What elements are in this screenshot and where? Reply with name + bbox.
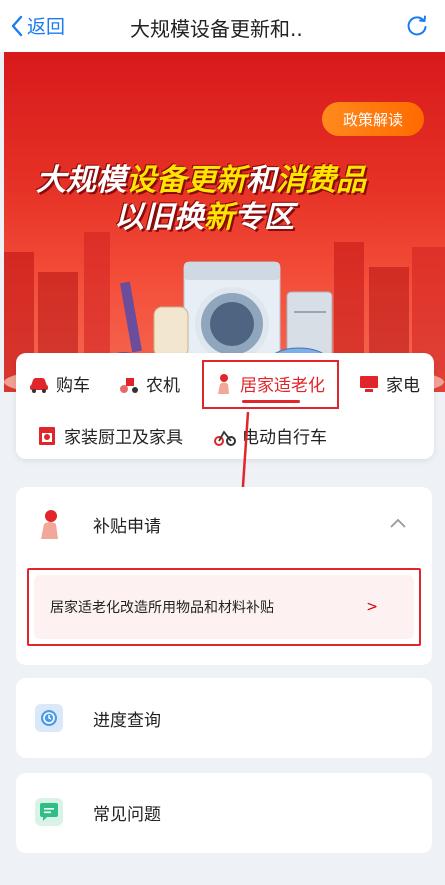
policy-interpretation-button[interactable]: 政策解读: [322, 102, 424, 136]
page-title: 大规模设备更新和..: [130, 17, 303, 41]
highlight-box-category: [202, 360, 339, 409]
category-car[interactable]: 购车: [28, 371, 90, 396]
car-icon: [30, 377, 48, 393]
chevron-up-icon[interactable]: [388, 516, 408, 530]
category-label: 农机: [146, 376, 180, 396]
tractor-icon: [120, 377, 138, 393]
clock-icon: [35, 704, 63, 732]
category-label: 家装厨卫及家具: [64, 428, 183, 448]
kitchen-icon: [39, 426, 55, 445]
chevron-left-icon: [11, 15, 23, 36]
back-label: 返回: [27, 16, 66, 38]
progress-row[interactable]: 进度查询: [35, 704, 161, 732]
banner-headline-line2: 以旧换新专区: [114, 200, 294, 235]
refresh-icon[interactable]: [405, 14, 429, 38]
progress-title: 进度查询: [93, 710, 161, 731]
category-label: 家电: [386, 376, 420, 396]
highlight-box-subsidy-item: [27, 568, 421, 646]
elderly-person-icon: [41, 510, 58, 539]
category-appliances[interactable]: 家电: [358, 371, 420, 396]
category-farm-machinery[interactable]: 农机: [118, 371, 180, 396]
nav-bar: 返回 大规模设备更新和..: [0, 0, 445, 52]
category-label: 购车: [56, 376, 90, 396]
subsidy-header[interactable]: 补贴申请: [35, 509, 161, 539]
faq-row[interactable]: 常见问题: [35, 798, 161, 826]
category-kitchen-furniture[interactable]: 家装厨卫及家具: [36, 423, 183, 448]
promo-banner: 政策解读 大规模设备更新和消费品 以旧换新专区: [4, 52, 445, 392]
back-button[interactable]: 返回: [10, 12, 65, 39]
faq-title: 常见问题: [93, 804, 161, 825]
chat-bubble-icon: [35, 798, 63, 826]
appliance-icon: [360, 375, 378, 392]
subsidy-title: 补贴申请: [93, 516, 161, 537]
